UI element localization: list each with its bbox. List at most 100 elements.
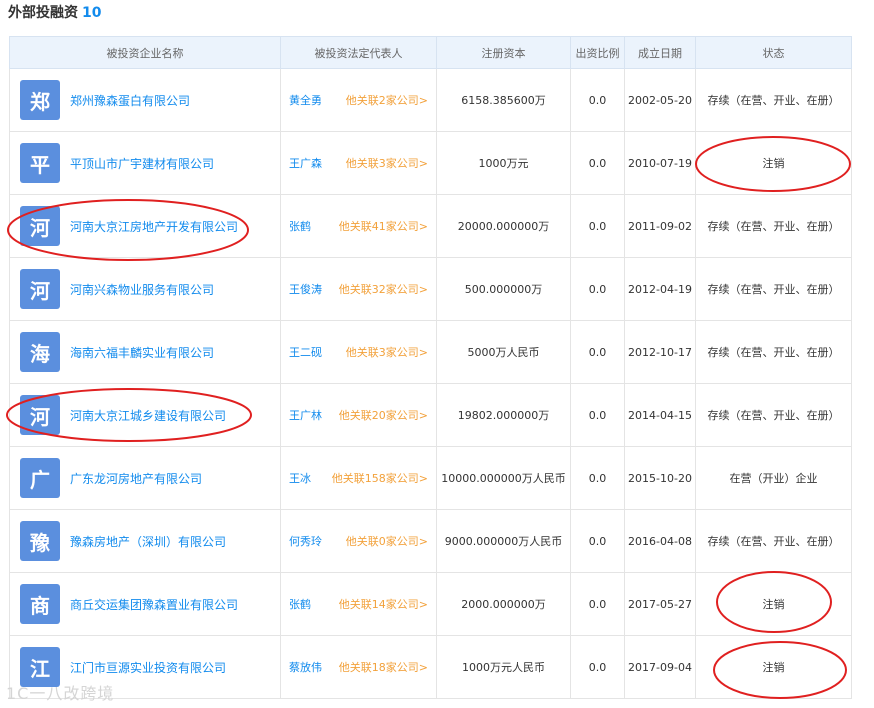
rep-related-companies-link[interactable]: 他关联14家公司> [339, 596, 428, 612]
col-header-rep: 被投资法定代表人 [280, 36, 437, 69]
ratio-cell: 0.0 [570, 257, 625, 321]
table-row: 河 河南大京江城乡建设有限公司 王广林 他关联20家公司> 19802.0000… [9, 383, 852, 447]
company-link[interactable]: 广东龙河房地产有限公司 [70, 470, 202, 487]
capital-cell: 2000.000000万 [436, 572, 571, 636]
company-link[interactable]: 河南大京江城乡建设有限公司 [70, 407, 226, 424]
rep-cell: 蔡放伟 他关联18家公司> [280, 635, 437, 699]
company-link[interactable]: 河南兴森物业服务有限公司 [70, 281, 214, 298]
col-header-date: 成立日期 [624, 36, 696, 69]
date-cell: 2012-10-17 [624, 320, 696, 384]
rep-related-companies-link[interactable]: 他关联32家公司> [339, 281, 428, 297]
rep-related-companies-link[interactable]: 他关联3家公司> [346, 344, 428, 360]
rep-name-link[interactable]: 王俊涛 [289, 281, 322, 297]
company-avatar: 郑 [20, 80, 60, 120]
company-cell: 河 河南兴森物业服务有限公司 [9, 257, 281, 321]
ratio-cell: 0.0 [570, 320, 625, 384]
company-link[interactable]: 河南大京江房地产开发有限公司 [70, 218, 238, 235]
capital-cell: 20000.000000万 [436, 194, 571, 258]
rep-cell: 王广森 他关联3家公司> [280, 131, 437, 195]
company-avatar: 广 [20, 458, 60, 498]
status-cell: 存续（在营、开业、在册） [695, 320, 852, 384]
ratio-cell: 0.0 [570, 572, 625, 636]
capital-cell: 6158.385600万 [436, 68, 571, 132]
ratio-cell: 0.0 [570, 383, 625, 447]
company-avatar: 河 [20, 269, 60, 309]
table-row: 河 河南大京江房地产开发有限公司 张鹤 他关联41家公司> 20000.0000… [9, 194, 852, 258]
company-cell: 平 平顶山市广宇建材有限公司 [9, 131, 281, 195]
rep-name-link[interactable]: 张鹤 [289, 596, 311, 612]
table-row: 河 河南兴森物业服务有限公司 王俊涛 他关联32家公司> 500.000000万… [9, 257, 852, 321]
status-cell: 在营（开业）企业 [695, 446, 852, 510]
rep-name-link[interactable]: 王广林 [289, 407, 322, 423]
rep-cell: 王冰 他关联158家公司> [280, 446, 437, 510]
company-cell: 河 河南大京江房地产开发有限公司 [9, 194, 281, 258]
rep-related-companies-link[interactable]: 他关联3家公司> [346, 155, 428, 171]
ratio-cell: 0.0 [570, 131, 625, 195]
rep-cell: 王俊涛 他关联32家公司> [280, 257, 437, 321]
rep-related-companies-link[interactable]: 他关联41家公司> [339, 218, 428, 234]
table-row: 江 江门市亘源实业投资有限公司 蔡放伟 他关联18家公司> 1000万元人民币 … [9, 635, 852, 699]
date-cell: 2002-05-20 [624, 68, 696, 132]
rep-related-companies-link[interactable]: 他关联20家公司> [339, 407, 428, 423]
rep-name-link[interactable]: 王二砚 [289, 344, 322, 360]
status-cell: 注销 [695, 572, 852, 636]
capital-cell: 500.000000万 [436, 257, 571, 321]
rep-name-link[interactable]: 王冰 [289, 470, 311, 486]
status-cell: 存续（在营、开业、在册） [695, 383, 852, 447]
rep-cell: 张鹤 他关联14家公司> [280, 572, 437, 636]
col-header-capital: 注册资本 [436, 36, 571, 69]
ratio-cell: 0.0 [570, 635, 625, 699]
table-header-row: 被投资企业名称 被投资法定代表人 注册资本 出资比例 成立日期 状态 [9, 36, 852, 69]
date-cell: 2010-07-19 [624, 131, 696, 195]
company-link[interactable]: 平顶山市广宇建材有限公司 [70, 155, 214, 172]
rep-related-companies-link[interactable]: 他关联2家公司> [346, 92, 428, 108]
capital-cell: 1000万元人民币 [436, 635, 571, 699]
company-link[interactable]: 江门市亘源实业投资有限公司 [70, 659, 226, 676]
status-cell: 存续（在营、开业、在册） [695, 257, 852, 321]
rep-name-link[interactable]: 何秀玲 [289, 533, 322, 549]
rep-cell: 黄全勇 他关联2家公司> [280, 68, 437, 132]
company-link[interactable]: 郑州豫森蛋白有限公司 [70, 92, 190, 109]
ratio-cell: 0.0 [570, 446, 625, 510]
company-link[interactable]: 海南六福丰麟实业有限公司 [70, 344, 214, 361]
table-row: 郑 郑州豫森蛋白有限公司 黄全勇 他关联2家公司> 6158.385600万 0… [9, 68, 852, 132]
date-cell: 2011-09-02 [624, 194, 696, 258]
table-row: 商 商丘交运集团豫森置业有限公司 张鹤 他关联14家公司> 2000.00000… [9, 572, 852, 636]
rep-name-link[interactable]: 蔡放伟 [289, 659, 322, 675]
table-row: 豫 豫森房地产（深圳）有限公司 何秀玲 他关联0家公司> 9000.000000… [9, 509, 852, 573]
rep-name-link[interactable]: 王广森 [289, 155, 322, 171]
company-cell: 豫 豫森房地产（深圳）有限公司 [9, 509, 281, 573]
rep-cell: 何秀玲 他关联0家公司> [280, 509, 437, 573]
investment-table: 被投资企业名称 被投资法定代表人 注册资本 出资比例 成立日期 状态 郑 郑州豫… [9, 36, 852, 699]
section-heading: 外部投融资 10 [8, 2, 101, 22]
ratio-cell: 0.0 [570, 194, 625, 258]
company-link[interactable]: 商丘交运集团豫森置业有限公司 [70, 596, 238, 613]
rep-cell: 张鹤 他关联41家公司> [280, 194, 437, 258]
watermark: 1C一八改跨境 [6, 684, 115, 703]
col-header-status: 状态 [695, 36, 852, 69]
status-cell: 注销 [695, 635, 852, 699]
company-cell: 商 商丘交运集团豫森置业有限公司 [9, 572, 281, 636]
date-cell: 2015-10-20 [624, 446, 696, 510]
status-cell: 存续（在营、开业、在册） [695, 194, 852, 258]
date-cell: 2016-04-08 [624, 509, 696, 573]
rep-related-companies-link[interactable]: 他关联158家公司> [332, 470, 428, 486]
ratio-cell: 0.0 [570, 68, 625, 132]
date-cell: 2017-05-27 [624, 572, 696, 636]
rep-name-link[interactable]: 黄全勇 [289, 92, 322, 108]
company-link[interactable]: 豫森房地产（深圳）有限公司 [70, 533, 226, 550]
capital-cell: 9000.000000万人民币 [436, 509, 571, 573]
capital-cell: 1000万元 [436, 131, 571, 195]
rep-name-link[interactable]: 张鹤 [289, 218, 311, 234]
rep-related-companies-link[interactable]: 他关联18家公司> [339, 659, 428, 675]
status-cell: 存续（在营、开业、在册） [695, 68, 852, 132]
company-avatar: 豫 [20, 521, 60, 561]
rep-related-companies-link[interactable]: 他关联0家公司> [346, 533, 428, 549]
capital-cell: 10000.000000万人民币 [436, 446, 571, 510]
date-cell: 2014-04-15 [624, 383, 696, 447]
col-header-ratio: 出资比例 [570, 36, 625, 69]
capital-cell: 5000万人民币 [436, 320, 571, 384]
section-title: 外部投融资 [8, 5, 78, 21]
status-cell: 存续（在营、开业、在册） [695, 509, 852, 573]
capital-cell: 19802.000000万 [436, 383, 571, 447]
